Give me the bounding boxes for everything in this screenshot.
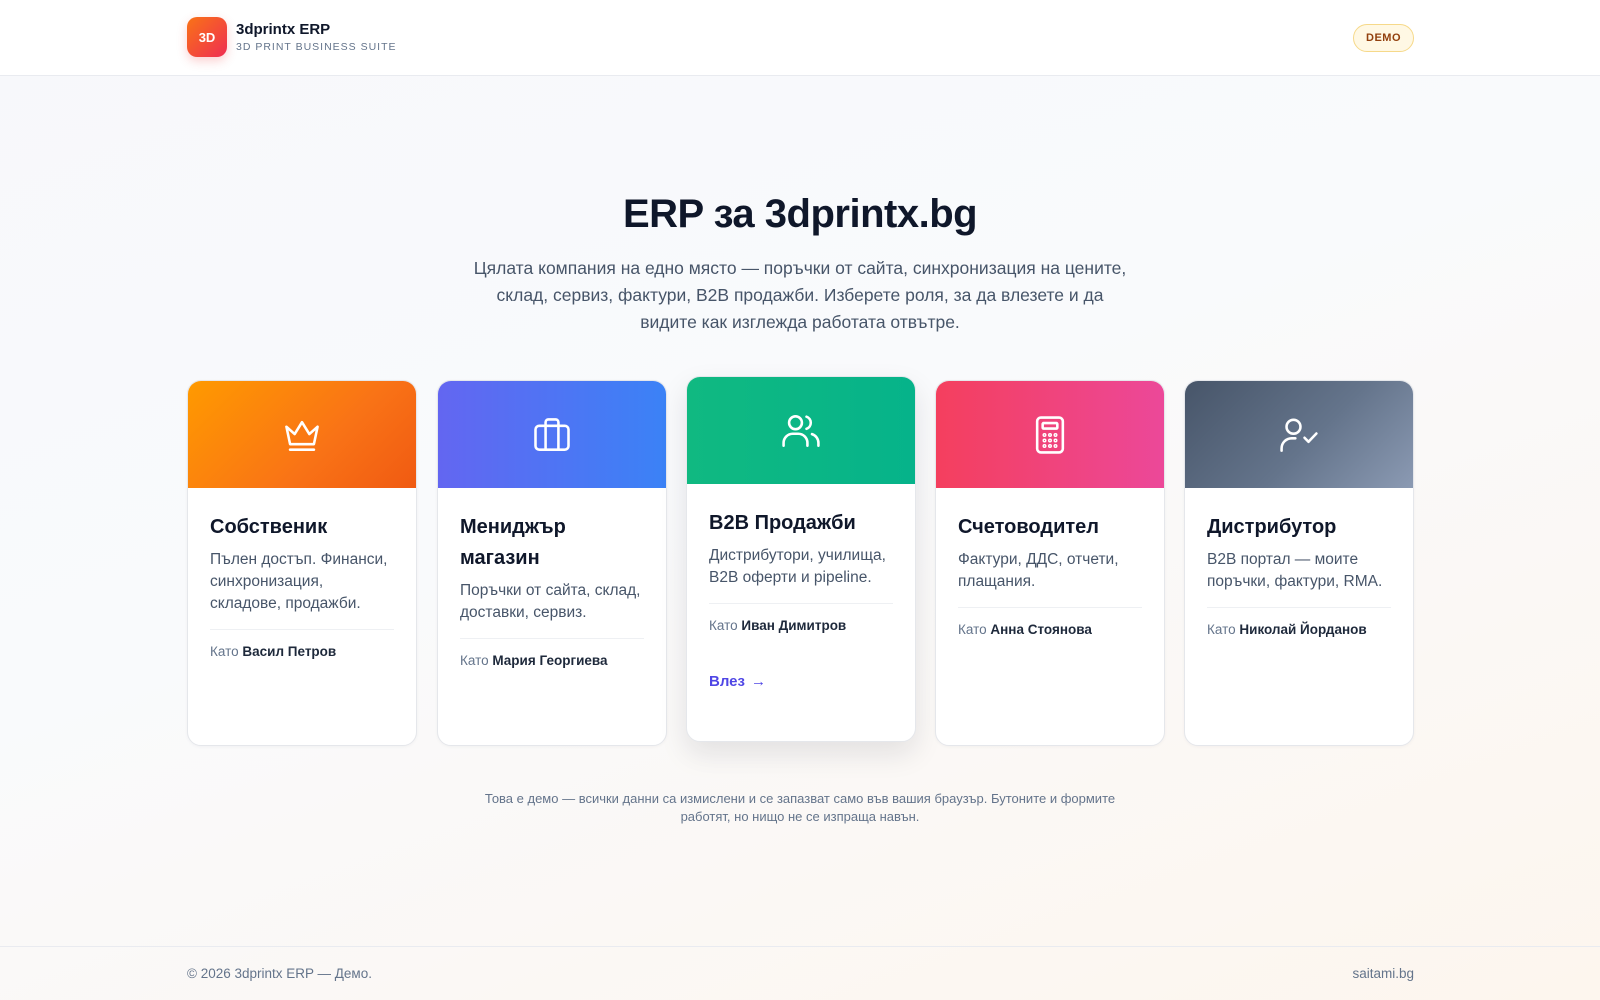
role-user: Като Иван Димитров: [709, 618, 893, 633]
divider: [709, 603, 893, 604]
role-card-owner[interactable]: Собственик Пълен достъп. Финанси, синхро…: [187, 380, 417, 746]
as-label: Като: [1207, 622, 1236, 637]
role-card-header: [687, 377, 915, 484]
role-title: B2B Продажби: [709, 512, 856, 534]
role-title: Дистрибутор: [1207, 516, 1337, 538]
role-description: B2B портал — моите поръчки, фактури, RMA…: [1207, 551, 1383, 590]
role-title: Мениджър магазин: [460, 516, 566, 569]
user-name: Мария Георгиева: [492, 653, 608, 668]
user-name: Васил Петров: [242, 644, 337, 659]
role-description: Поръчки от сайта, склад, доставки, серви…: [460, 582, 641, 621]
arrow-right-icon: →: [750, 673, 766, 690]
as-label: Като: [460, 653, 489, 668]
role-cards: Собственик Пълен достъп. Финанси, синхро…: [187, 376, 1414, 750]
user-check-icon: [1280, 418, 1318, 452]
app-logo: 3D: [187, 17, 227, 57]
role-card-accountant[interactable]: Счетоводител Фактури, ДДС, отчети, плаща…: [935, 380, 1165, 746]
role-description: Дистрибутори, училища, B2B оферти и pipe…: [709, 547, 886, 586]
role-title: Счетоводител: [958, 516, 1099, 538]
role-user: Като Васил Петров: [210, 644, 394, 659]
briefcase-icon: [534, 417, 570, 451]
as-label: Като: [709, 618, 738, 633]
brand[interactable]: 3D 3dprintx ERP 3D PRINT BUSINESS SUITE: [187, 17, 397, 57]
role-card-header: [1185, 381, 1413, 488]
footer-site-link[interactable]: saitami.bg: [1352, 966, 1414, 981]
footer-copyright: © 2026 3dprintx ERP — Демо.: [187, 966, 372, 981]
divider: [460, 638, 644, 639]
as-label: Като: [958, 622, 987, 637]
users-icon: [782, 414, 820, 447]
page-title: ERP за 3dprintx.bg: [622, 192, 978, 236]
demo-badge: DEMO: [1353, 24, 1414, 52]
user-name: Николай Йорданов: [1239, 622, 1367, 637]
role-card-header: [188, 381, 416, 488]
app-subtitle: 3D PRINT BUSINESS SUITE: [236, 41, 397, 53]
role-card-distributor[interactable]: Дистрибутор B2B портал — моите поръчки, …: [1184, 380, 1414, 746]
top-bar: 3D 3dprintx ERP 3D PRINT BUSINESS SUITE …: [0, 0, 1600, 76]
role-user: Като Николай Йорданов: [1207, 622, 1391, 637]
app-name: 3dprintx ERP: [236, 21, 331, 38]
footer: © 2026 3dprintx ERP — Демо. saitami.bg: [0, 946, 1600, 1000]
divider: [1207, 607, 1391, 608]
role-user: Като Анна Стоянова: [958, 622, 1142, 637]
role-user: Като Мария Георгиева: [460, 653, 644, 668]
calculator-icon: [1035, 415, 1065, 454]
crown-icon: [285, 420, 319, 451]
user-name: Иван Димитров: [741, 618, 847, 633]
enter-link[interactable]: Влез →: [709, 673, 893, 690]
role-card-header: [936, 381, 1164, 488]
role-card-b2b-sales[interactable]: B2B Продажби Дистрибутори, училища, B2B …: [686, 376, 916, 742]
user-name: Анна Стоянова: [990, 622, 1092, 637]
role-title: Собственик: [210, 516, 328, 538]
role-description: Фактури, ДДС, отчети, плащания.: [958, 551, 1119, 590]
divider: [210, 629, 394, 630]
divider: [958, 607, 1142, 608]
enter-label: Влез: [709, 673, 745, 690]
role-card-header: [438, 381, 666, 488]
demo-notice: Това е демо — всички данни са измислени …: [484, 791, 1116, 824]
as-label: Като: [210, 644, 239, 659]
role-card-store-manager[interactable]: Мениджър магазин Поръчки от сайта, склад…: [437, 380, 667, 746]
page-description: Цялата компания на едно място — поръчки …: [473, 258, 1127, 332]
role-description: Пълен достъп. Финанси, синхронизация, ск…: [210, 551, 388, 612]
brand-text: 3dprintx ERP 3D PRINT BUSINESS SUITE: [236, 21, 397, 53]
